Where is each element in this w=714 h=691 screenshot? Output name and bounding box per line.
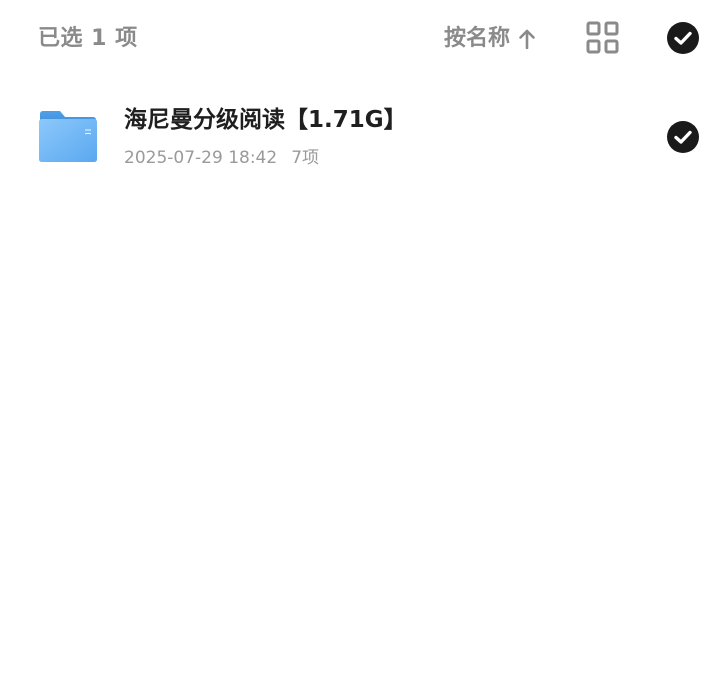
selection-toolbar: 已选 1 项 按名称 [0,0,714,76]
folder-icon [38,108,98,164]
sort-by-name-button[interactable]: 按名称 [444,24,536,54]
grid-view-icon[interactable] [585,21,621,55]
sort-label: 按名称 [444,26,511,51]
file-name: 海尼曼分级阅读【1.71G】 [124,107,407,133]
file-date: 2025-07-29 18:42 [124,148,278,168]
file-list: 海尼曼分级阅读【1.71G】 2025-07-29 18:42 7项 [0,90,714,186]
arrow-up-icon [518,29,536,49]
file-item-count: 7项 [291,148,320,168]
selected-count-label: 已选 1 项 [38,26,138,51]
row-check-icon[interactable] [666,120,700,154]
select-all-check-icon[interactable] [666,21,700,55]
file-meta: 2025-07-29 18:42 7项 [124,146,319,170]
list-item[interactable]: 海尼曼分级阅读【1.71G】 2025-07-29 18:42 7项 [0,90,714,186]
